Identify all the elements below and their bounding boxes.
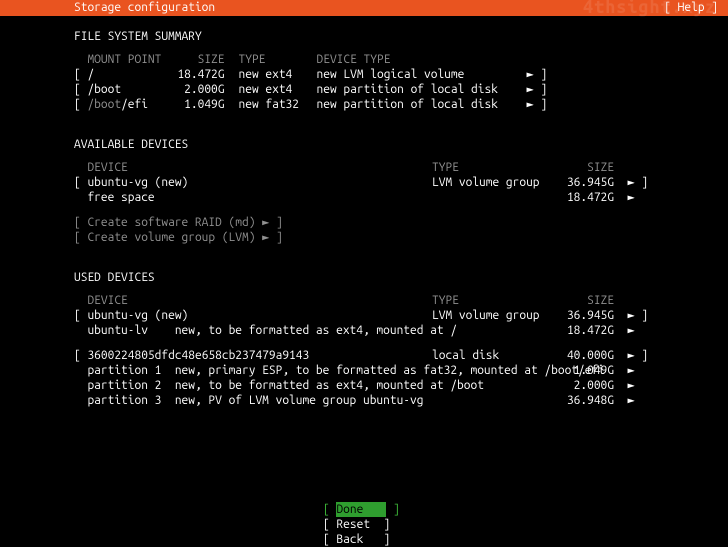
avail-col-device: DEVICE	[87, 161, 127, 174]
avail-title: AVAILABLE DEVICES	[74, 137, 728, 152]
watermark-text: 4thsight.xyz	[583, 0, 716, 15]
fss-col-mount: MOUNT POINT	[87, 52, 177, 67]
used-col-type: TYPE	[432, 293, 554, 308]
chevron-right-icon[interactable]: ► ]	[527, 82, 548, 97]
used-col-device: DEVICE	[87, 294, 127, 307]
back-button[interactable]: [ Back ]	[323, 532, 405, 547]
footer-buttons: [ Done ] [ Reset ] [ Back ]	[0, 502, 728, 547]
fss-row[interactable]: [ / 18.472G new ext4 new LVM logical vol…	[74, 67, 547, 82]
avail-col-size: SIZE	[554, 160, 614, 175]
used-col-size: SIZE	[554, 293, 614, 308]
chevron-right-icon[interactable]: ► ]	[527, 97, 548, 112]
fss-row[interactable]: [ /boot 2.000G new ext4 new partition of…	[74, 82, 547, 97]
used-disk-row[interactable]: [ 3600224805dfdc48e658cb237479a9143 loca…	[74, 348, 728, 363]
fss-table: MOUNT POINT SIZE TYPE DEVICE TYPE [ / 18…	[74, 52, 547, 112]
used-part-row[interactable]: partition 2 new, to be formatted as ext4…	[74, 378, 728, 393]
chevron-right-icon[interactable]: ► ]	[627, 349, 648, 362]
chevron-right-icon[interactable]: ►	[627, 379, 634, 392]
create-lvm-button[interactable]: [ Create volume group (LVM) ► ]	[74, 230, 728, 245]
used-row[interactable]: [ ubuntu-vg (new) LVM volume group 36.94…	[74, 308, 728, 323]
chevron-right-icon[interactable]: ►	[627, 324, 634, 337]
used-part-row[interactable]: partition 1 new, primary ESP, to be form…	[74, 363, 728, 378]
avail-col-type: TYPE	[432, 160, 554, 175]
used-part-row[interactable]: partition 3 new, PV of LVM volume group …	[74, 393, 728, 408]
chevron-right-icon[interactable]: ►	[627, 364, 634, 377]
chevron-right-icon[interactable]: ► ]	[527, 67, 548, 82]
fss-title: FILE SYSTEM SUMMARY	[74, 29, 728, 44]
fss-col-devtype: DEVICE TYPE	[317, 52, 527, 67]
create-raid-button[interactable]: [ Create software RAID (md) ► ]	[74, 215, 728, 230]
chevron-right-icon[interactable]: ►	[627, 394, 634, 407]
avail-row[interactable]: free space 18.472G ►	[74, 190, 728, 205]
fss-col-type: TYPE	[239, 52, 317, 67]
used-row[interactable]: ubuntu-lv new, to be formatted as ext4, …	[74, 323, 728, 338]
done-button[interactable]: [ Done ]	[323, 502, 405, 517]
fss-row[interactable]: [ /boot/efi 1.049G new fat32 new partiti…	[74, 97, 547, 112]
chevron-right-icon[interactable]: ► ]	[627, 309, 648, 322]
fss-col-size: SIZE	[177, 52, 238, 67]
used-title: USED DEVICES	[74, 270, 728, 285]
page-title: Storage configuration	[74, 0, 215, 16]
chevron-right-icon[interactable]: ► ]	[627, 176, 648, 189]
chevron-right-icon[interactable]: ►	[627, 191, 634, 204]
avail-row[interactable]: [ ubuntu-vg (new) LVM volume group 36.94…	[74, 175, 728, 190]
reset-button[interactable]: [ Reset ]	[323, 517, 405, 532]
